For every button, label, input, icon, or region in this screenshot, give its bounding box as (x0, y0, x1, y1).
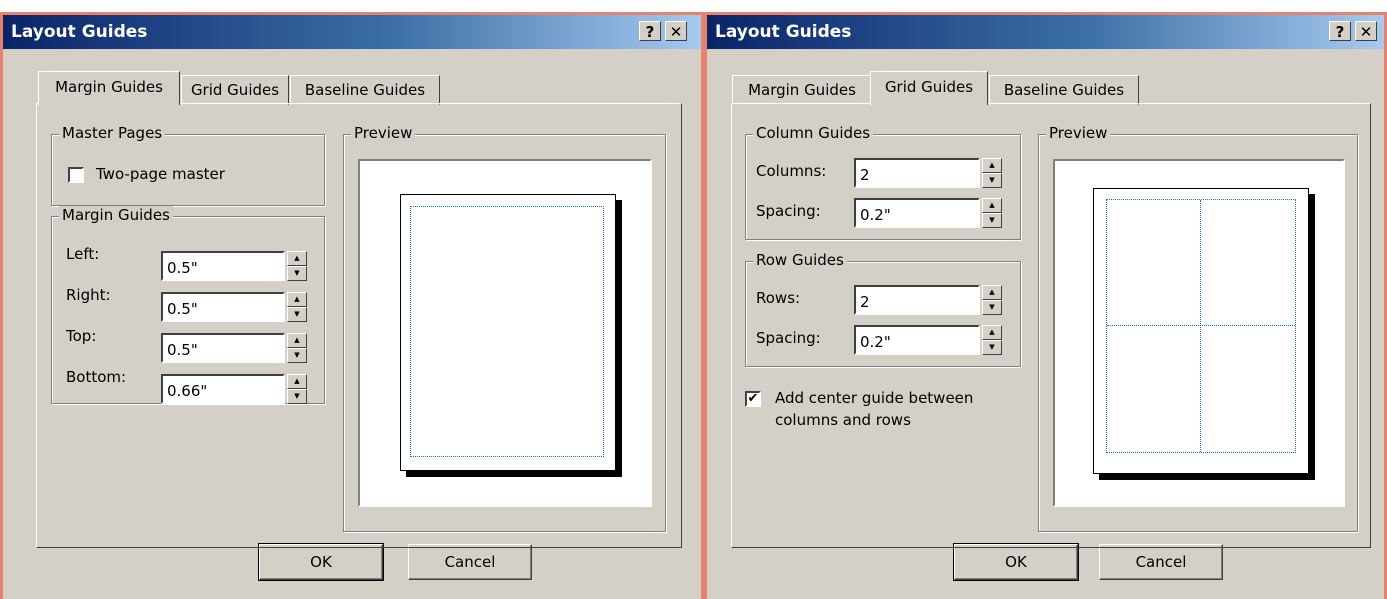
dialog-body: Layout Guides ? ✕ Margin Guides Grid Gui… (3, 15, 701, 599)
spin-up-arrow-icon[interactable]: ▲ (287, 374, 307, 389)
spin-down-arrow-icon[interactable]: ▼ (982, 300, 1002, 315)
left-margin-input[interactable]: 0.5" (161, 251, 285, 281)
spin-down-arrow-icon[interactable]: ▼ (287, 348, 307, 363)
left-margin-spinner[interactable]: ▲ ▼ (287, 251, 307, 281)
row-guides-legend: Row Guides (753, 251, 847, 269)
tab-baseline-guides[interactable]: Baseline Guides (989, 75, 1139, 105)
columns-spinner[interactable]: ▲ ▼ (982, 158, 1002, 188)
spin-up-arrow-icon[interactable]: ▲ (982, 158, 1002, 173)
page-thumbnail (400, 194, 616, 471)
margin-guide-outline (1106, 199, 1296, 453)
cancel-button[interactable]: Cancel (1099, 544, 1223, 580)
tab-margin-guides[interactable]: Margin Guides (38, 71, 180, 105)
columns-label: Columns: (756, 162, 827, 180)
layout-guides-window-grid: Layout Guides ? ✕ Margin Guides Grid Gui… (704, 12, 1387, 599)
row-spacing-label: Spacing: (756, 329, 821, 347)
help-button[interactable]: ? (639, 21, 661, 41)
dialog-title: Layout Guides (715, 22, 852, 42)
spin-down-arrow-icon[interactable]: ▼ (287, 266, 307, 281)
ok-button[interactable]: OK (258, 543, 384, 581)
ok-button[interactable]: OK (953, 543, 1079, 581)
close-button[interactable]: ✕ (665, 21, 687, 41)
spin-up-arrow-icon[interactable]: ▲ (982, 198, 1002, 213)
top-margin-label: Top: (66, 327, 97, 345)
margin-guides-group: Margin Guides Left: 0.5" ▲ ▼ Right: 0.5" … (51, 206, 325, 404)
two-page-master-label: Two-page master (96, 165, 225, 183)
tab-grid-guides[interactable]: Grid Guides (181, 75, 289, 105)
spin-up-arrow-icon[interactable]: ▲ (982, 285, 1002, 300)
left-margin-label: Left: (66, 245, 100, 263)
rows-input[interactable]: 2 (854, 285, 980, 315)
spin-up-arrow-icon[interactable]: ▲ (982, 325, 1002, 340)
rows-spinner[interactable]: ▲ ▼ (982, 285, 1002, 315)
spin-up-arrow-icon[interactable]: ▲ (287, 251, 307, 266)
bottom-margin-label: Bottom: (66, 368, 127, 386)
column-guide-line (1200, 200, 1201, 452)
center-guide-checkbox[interactable]: ✔ (745, 391, 761, 407)
help-button[interactable]: ? (1329, 21, 1351, 41)
preview-legend: Preview (351, 124, 416, 142)
right-margin-input[interactable]: 0.5" (161, 292, 285, 322)
row-spacing-input[interactable]: 0.2" (854, 325, 980, 355)
row-spacing-spinner[interactable]: ▲ ▼ (982, 325, 1002, 355)
right-margin-label: Right: (66, 286, 111, 304)
page-thumbnail (1093, 188, 1309, 474)
preview-legend: Preview (1046, 124, 1111, 142)
spin-down-arrow-icon[interactable]: ▼ (287, 389, 307, 404)
margin-guides-legend: Margin Guides (59, 206, 173, 224)
bottom-margin-spinner[interactable]: ▲ ▼ (287, 374, 307, 404)
tab-grid-guides[interactable]: Grid Guides (870, 71, 988, 105)
preview-group: Preview (343, 124, 666, 532)
tab-baseline-guides[interactable]: Baseline Guides (290, 75, 440, 105)
cancel-button[interactable]: Cancel (408, 544, 532, 580)
spin-up-arrow-icon[interactable]: ▲ (287, 333, 307, 348)
row-guides-group: Row Guides Rows: 2 ▲ ▼ Spacing: 0.2" ▲ ▼ (745, 251, 1021, 367)
close-button[interactable]: ✕ (1355, 21, 1377, 41)
master-pages-legend: Master Pages (59, 124, 166, 142)
center-guide-label-line2: columns and rows (775, 411, 911, 429)
title-bar[interactable]: Layout Guides ? ✕ (3, 15, 701, 49)
column-spacing-spinner[interactable]: ▲ ▼ (982, 198, 1002, 228)
column-guides-legend: Column Guides (753, 124, 874, 142)
top-margin-spinner[interactable]: ▲ ▼ (287, 333, 307, 363)
title-bar[interactable]: Layout Guides ? ✕ (707, 15, 1384, 49)
margin-guide-outline (410, 206, 604, 457)
column-spacing-label: Spacing: (756, 202, 821, 220)
dialog-body: Layout Guides ? ✕ Margin Guides Grid Gui… (707, 15, 1384, 599)
column-spacing-input[interactable]: 0.2" (854, 198, 980, 228)
column-guides-group: Column Guides Columns: 2 ▲ ▼ Spacing: 0.2… (745, 124, 1021, 240)
dialog-title: Layout Guides (11, 22, 148, 42)
preview-group: Preview (1038, 124, 1358, 532)
spin-down-arrow-icon[interactable]: ▼ (982, 213, 1002, 228)
preview-area (1053, 159, 1345, 507)
master-pages-group: Master Pages Two-page master (51, 124, 325, 206)
bottom-margin-input[interactable]: 0.66" (161, 374, 285, 404)
spin-up-arrow-icon[interactable]: ▲ (287, 292, 307, 307)
layout-guides-window-margin: Layout Guides ? ✕ Margin Guides Grid Gui… (0, 12, 704, 599)
top-margin-input[interactable]: 0.5" (161, 333, 285, 363)
spin-down-arrow-icon[interactable]: ▼ (982, 173, 1002, 188)
right-margin-spinner[interactable]: ▲ ▼ (287, 292, 307, 322)
spin-down-arrow-icon[interactable]: ▼ (287, 307, 307, 322)
two-page-master-checkbox[interactable] (68, 167, 84, 183)
tab-margin-guides[interactable]: Margin Guides (732, 75, 872, 105)
columns-input[interactable]: 2 (854, 158, 980, 188)
preview-area (358, 159, 652, 507)
spin-down-arrow-icon[interactable]: ▼ (982, 340, 1002, 355)
center-guide-label-line1: Add center guide between (775, 389, 974, 407)
rows-label: Rows: (756, 289, 801, 307)
row-guide-line (1107, 325, 1295, 326)
